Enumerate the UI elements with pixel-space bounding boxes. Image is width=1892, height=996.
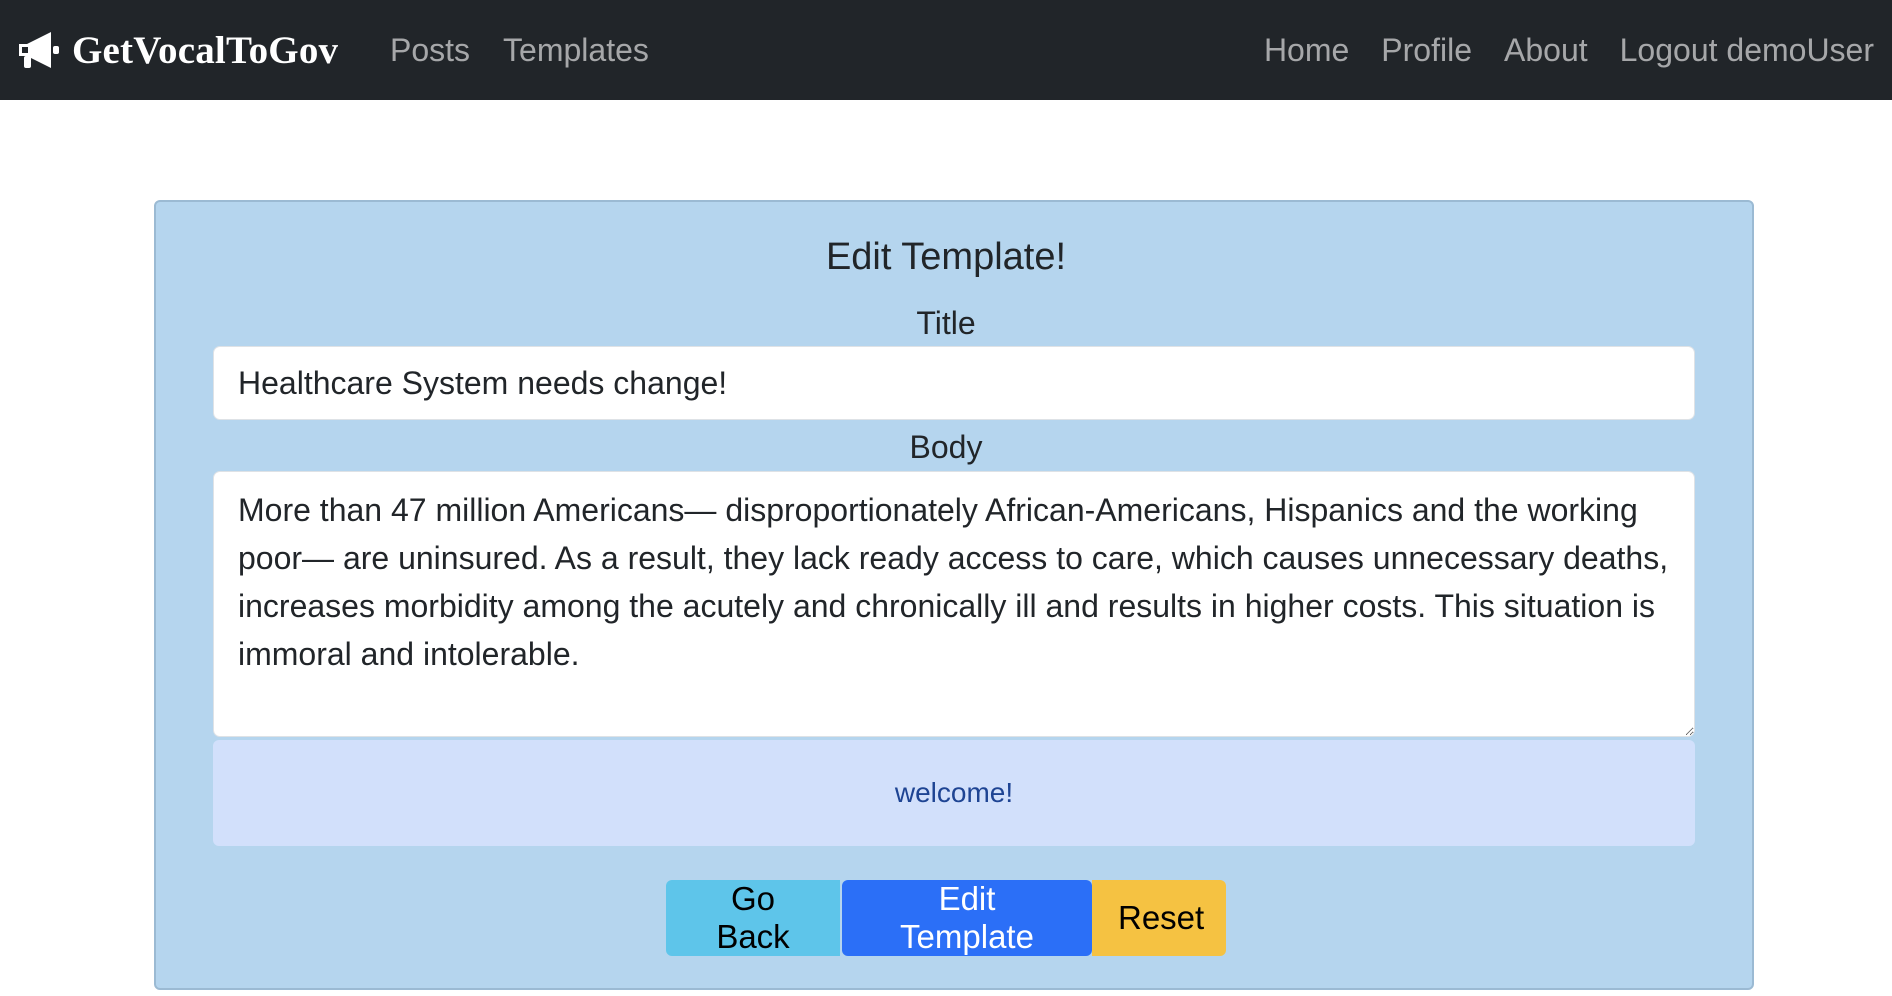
nav-link-logout[interactable]: Logout demoUser <box>1620 32 1874 69</box>
reset-button[interactable]: Reset <box>1092 880 1226 956</box>
nav-link-home[interactable]: Home <box>1264 32 1349 69</box>
body-label: Body <box>909 429 983 465</box>
alert-text: welcome! <box>894 777 1014 808</box>
brand-link[interactable]: GetVocalToGov <box>16 0 338 100</box>
button-group: Go Back Edit Template Reset <box>0 880 1892 956</box>
nav-link-templates[interactable]: Templates <box>503 32 649 69</box>
go-back-button[interactable]: Go Back <box>666 880 840 956</box>
nav-link-profile[interactable]: Profile <box>1381 32 1472 69</box>
nav-left: Posts Templates <box>390 0 649 100</box>
page-title: Edit Template! <box>825 236 1067 278</box>
nav-right: Home Profile About Logout demoUser <box>1264 0 1874 100</box>
nav-link-posts[interactable]: Posts <box>390 32 470 69</box>
edit-template-button[interactable]: Edit Template <box>842 880 1092 956</box>
title-label: Title <box>916 305 976 341</box>
title-input[interactable] <box>213 346 1695 420</box>
body-textarea[interactable]: More than 47 million Americans— dispropo… <box>213 471 1695 737</box>
brand-name: GetVocalToGov <box>72 28 339 72</box>
megaphone-icon <box>19 32 59 68</box>
navbar: GetVocalToGov Posts Templates Home Profi… <box>0 0 1892 100</box>
alert-message: welcome! <box>213 740 1695 846</box>
nav-link-about[interactable]: About <box>1504 32 1588 69</box>
